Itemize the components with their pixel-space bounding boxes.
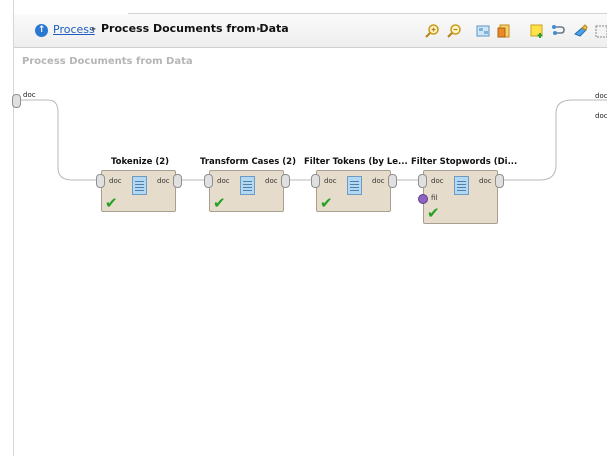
output-port[interactable] [388, 174, 397, 188]
process-input-label: doc [23, 91, 36, 99]
status-ok-icon: ✔ [427, 204, 440, 222]
operator-title: Tokenize (2) [111, 157, 170, 167]
operator-transform-cases[interactable]: doc doc ✔ [209, 170, 284, 212]
operator-filter-stopwords[interactable]: doc doc fil ✔ [423, 170, 498, 224]
document-operator-icon [347, 176, 362, 195]
output-port-label: doc [479, 177, 492, 185]
output-port[interactable] [495, 174, 504, 188]
input-port-label: doc [109, 177, 122, 185]
process-output-label-1: doc [595, 92, 607, 100]
input-port-label: doc [217, 177, 230, 185]
input-port-label: doc [324, 177, 337, 185]
operator-title: Filter Stopwords (Di... [411, 157, 518, 167]
input-port-label: doc [431, 177, 444, 185]
input-port[interactable] [204, 174, 213, 188]
status-ok-icon: ✔ [105, 194, 118, 212]
process-output-label-2: doc [595, 112, 607, 120]
input-port[interactable] [96, 174, 105, 188]
file-port-label: fil [431, 194, 438, 202]
document-operator-icon [132, 176, 147, 195]
output-port-label: doc [265, 177, 278, 185]
status-ok-icon: ✔ [213, 194, 226, 212]
input-port[interactable] [418, 174, 427, 188]
output-port-label: doc [157, 177, 170, 185]
output-port[interactable] [173, 174, 182, 188]
output-port-label: doc [372, 177, 385, 185]
input-port[interactable] [311, 174, 320, 188]
operator-title: Transform Cases (2) [200, 157, 296, 167]
document-operator-icon [454, 176, 469, 195]
operator-tokenize[interactable]: doc doc ✔ [101, 170, 176, 212]
connection-lines [20, 99, 607, 181]
file-input-port[interactable] [418, 194, 428, 204]
status-ok-icon: ✔ [320, 194, 333, 212]
document-operator-icon [240, 176, 255, 195]
output-port[interactable] [281, 174, 290, 188]
operator-title: Filter Tokens (by Le... [304, 157, 408, 167]
operator-filter-tokens[interactable]: doc doc ✔ [316, 170, 391, 212]
process-input-port[interactable] [12, 94, 21, 108]
